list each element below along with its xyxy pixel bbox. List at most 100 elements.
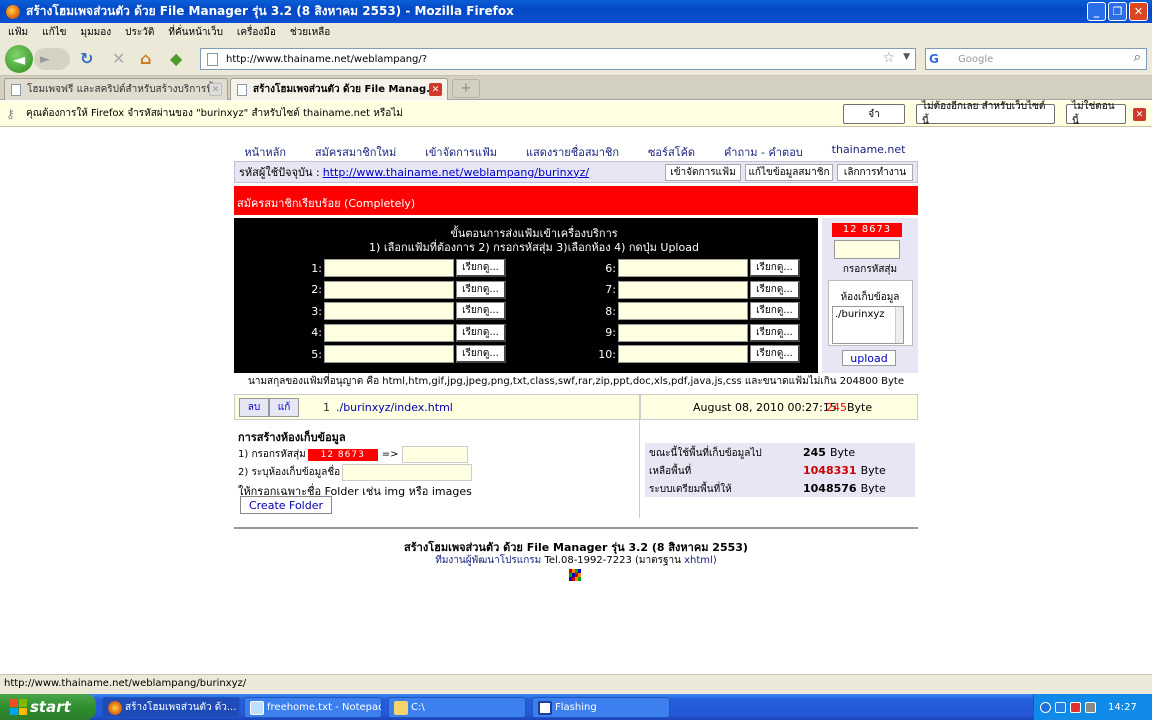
browse-button[interactable]: เรียกดู... [750,280,800,299]
reload-icon[interactable]: ↻ [80,49,93,68]
nav-home[interactable]: หน้าหลัก [244,143,286,161]
xhtml-link[interactable]: xhtml) [684,555,717,566]
browse-button[interactable]: เรียกดู... [456,302,506,320]
menu-bookmarks[interactable]: ที่คั่นหน้าเว็บ [168,25,223,40]
counter-icon [569,569,581,581]
window-icon [538,701,552,715]
file-input[interactable] [618,302,748,320]
file-upload-row: 9: เรียกดู... [596,323,800,342]
file-input[interactable] [324,259,454,277]
maximize-button[interactable]: ❐ [1108,2,1127,21]
file-input[interactable] [324,323,454,342]
browse-button[interactable]: เรียกดู... [456,259,506,277]
tab-close-icon[interactable]: ✕ [429,83,442,96]
nav-faq[interactable]: คำถาม - คำตอบ [724,143,803,161]
captcha-label: กรอกรหัสสุ่ม [842,264,898,275]
delete-button[interactable]: ลบ [239,398,269,417]
file-number: 6: [605,261,616,275]
user-homepage-link[interactable]: http://www.thainame.net/weblampang/burin… [323,166,589,179]
file-upload-row: 1: เรียกดู... [302,259,506,277]
upload-button[interactable]: upload [842,350,896,366]
browse-button[interactable]: เรียกดู... [750,323,800,342]
captcha-input[interactable] [834,240,900,259]
browse-button[interactable]: เรียกดู... [456,280,506,299]
room-option[interactable]: ./burinxyz [835,309,885,320]
folder-captcha-input[interactable] [402,446,469,463]
nav-manage-files[interactable]: เข้าจัดการแฟ้ม [425,143,497,161]
file-input[interactable] [618,323,748,342]
file-upload-row: 10: เรียกดู... [596,345,800,363]
browse-button[interactable]: เรียกดู... [456,323,506,342]
volume-icon[interactable] [1085,701,1096,713]
search-icon[interactable]: ⌕ [1134,50,1141,65]
shield-icon[interactable] [1055,701,1066,713]
folder-name-input[interactable] [342,464,473,481]
room-select[interactable]: ./burinxyz [832,306,904,344]
nav-register[interactable]: สมัครสมาชิกใหม่ [315,143,396,161]
manage-files-button[interactable]: เข้าจัดการแฟ้ม [665,164,741,181]
logout-button[interactable]: เลิกการทำงาน [837,164,913,181]
search-input[interactable]: G Google ⌕ [925,48,1147,70]
url-bar[interactable]: http://www.thainame.net/weblampang/? ☆ ▼ [200,48,916,70]
stop-icon[interactable]: ✕ [112,49,125,68]
create-folder-section: การสร้างห้องเก็บข้อมูล 1) กรอกรหัสสุ่ม 1… [234,420,640,518]
taskbar-firefox[interactable]: สร้างโฮมเพจส่วนตัว ด้ว... [102,697,240,718]
scrollbar[interactable] [895,307,903,343]
home-icon[interactable]: ⌂ [140,49,151,68]
quota-label: ระบบเตรียมพื้นที่ให้ [649,484,732,495]
menu-view[interactable]: มุมมอง [81,25,112,40]
taskbar-folder[interactable]: C:\ [388,697,526,718]
developer-team-link[interactable]: ทีมงานผู้พัฒนาโปรแกรม [435,555,541,566]
remaining-value: 1048331 [803,464,857,477]
file-input[interactable] [324,302,454,320]
file-input[interactable] [324,280,454,299]
taskbar-flashing[interactable]: Flashing [532,697,670,718]
tab-homepage-free[interactable]: โฮมเพจฟรี และสคริปต์สำหรับสร้างบริการนี้… [4,78,228,100]
menu-history[interactable]: ประวัติ [125,25,154,40]
file-input[interactable] [618,345,748,363]
menu-file[interactable]: แฟ้ม [8,25,28,40]
tab-close-icon[interactable]: ✕ [209,83,222,96]
url-dropdown-icon[interactable]: ▼ [903,52,910,62]
browse-button[interactable]: เรียกดู... [750,259,800,277]
tab-bar: โฮมเพจฟรี และสคริปต์สำหรับสร้างบริการนี้… [0,76,1152,100]
tab-file-manager[interactable]: สร้างโฮมเพจส่วนตัว ด้วย File Manag... ✕ [230,78,448,100]
file-upload-row: 7: เรียกดู... [596,280,800,299]
network-icon[interactable] [1040,701,1051,713]
google-icon[interactable]: G [929,52,939,66]
minimize-button[interactable]: _ [1087,2,1106,21]
menu-help[interactable]: ช่วยเหลือ [290,25,330,40]
close-button[interactable]: ✕ [1129,2,1148,21]
nav-member-list[interactable]: แสดงรายชื่อสมาชิก [526,143,619,161]
file-path-link[interactable]: ./burinxyz/index.html [336,401,453,414]
tab-label: สร้างโฮมเพจส่วนตัว ด้วย File Manag... [253,84,438,95]
never-button[interactable]: ไม่ต้องอีกเลย สำหรับเว็บไซต์นี้ [916,101,1055,127]
menu-tools[interactable]: เครื่องมือ [237,25,276,40]
file-input[interactable] [618,280,748,299]
file-input[interactable] [618,259,748,277]
nav-thainame[interactable]: thainame.net [832,143,906,161]
remaining-unit: Byte [860,464,886,477]
file-input[interactable] [324,345,454,363]
forward-button[interactable]: ► [34,48,70,70]
start-button[interactable]: start [0,694,96,720]
not-now-button[interactable]: ไม่ใช่ตอนนี้ [1066,101,1126,127]
create-folder-button[interactable]: Create Folder [240,496,332,514]
bookmark-star-icon[interactable]: ☆ [882,50,895,66]
notification-close-icon[interactable]: ✕ [1133,108,1146,121]
edit-member-button[interactable]: แก้ไขข้อมูลสมาชิก [745,164,833,181]
taskbar-notepad[interactable]: freehome.txt - Notepad [244,697,382,718]
browse-button[interactable]: เรียกดู... [456,345,506,363]
password-notification-bar: ⚷ คุณต้องการให้ Firefox จำรหัสผ่านของ "b… [0,101,1152,127]
back-button[interactable]: ◄ [5,45,33,73]
edit-button[interactable]: แก้ [269,398,299,417]
nav-source-code[interactable]: ซอร์สโค้ด [648,143,695,161]
new-tab-button[interactable]: + [452,79,480,98]
browse-button[interactable]: เรียกดู... [750,345,800,363]
start-label: start [30,698,71,716]
remember-button[interactable]: จำ [843,104,905,124]
addon-icon[interactable]: ◆ [170,49,182,68]
browse-button[interactable]: เรียกดู... [750,302,800,320]
security-icon[interactable] [1070,701,1081,713]
menu-edit[interactable]: แก้ไข [42,25,66,40]
